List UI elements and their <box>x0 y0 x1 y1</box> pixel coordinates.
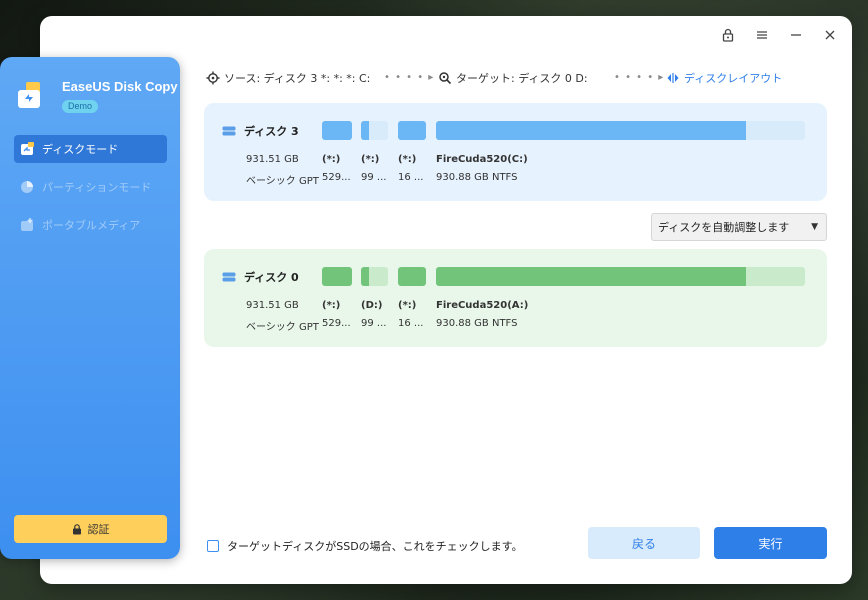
partition-label: FireCuda520(A:) <box>436 300 529 311</box>
target-path-label: ターゲット: ディスク 0 D: <box>456 72 588 85</box>
partition-detail: 99 ... <box>361 172 387 183</box>
app-name: EaseUS Disk Copy <box>62 79 178 94</box>
sidebar-item-label: ポータブルメディア <box>42 219 141 232</box>
disk-icon <box>222 126 236 136</box>
source-path: ソース: ディスク 3 *: *: *: C: <box>206 68 370 88</box>
partition-label: (*:) <box>322 154 341 165</box>
target-disk-name: ディスク 0 <box>244 271 299 284</box>
search-target-icon <box>439 72 452 85</box>
disk-resize-value: ディスクを自動調整します <box>658 221 790 234</box>
partition-detail: 529... <box>322 172 351 183</box>
partition-bar-main[interactable] <box>436 121 805 140</box>
layout-arrows-icon <box>667 73 679 83</box>
close-icon[interactable] <box>822 28 838 44</box>
lock-icon <box>72 523 81 534</box>
ssd-checkbox[interactable] <box>207 540 219 552</box>
ssd-checkbox-label: ターゲットディスクがSSDの場合、これをチェックします。 <box>227 540 523 553</box>
title-bar-controls <box>720 28 838 44</box>
brand-text: EaseUS Disk Copy Demo <box>62 79 178 113</box>
disk-type: ベーシック GPT <box>246 322 319 333</box>
ssd-checkbox-row[interactable]: ターゲットディスクがSSDの場合、これをチェックします。 <box>207 538 523 554</box>
source-disk-name: ディスク 3 <box>244 125 299 138</box>
partition-bar[interactable] <box>322 267 352 286</box>
source-path-label: ソース: ディスク 3 *: *: *: C: <box>224 72 371 85</box>
disk-mode-icon <box>21 142 34 155</box>
partition-label: (*:) <box>322 300 341 311</box>
sidebar-item-label: ディスクモード <box>42 143 119 156</box>
disk-layout-label: ディスクレイアウト <box>684 72 783 85</box>
partition-bar[interactable] <box>398 121 426 140</box>
auth-button-label: 認証 <box>87 523 110 536</box>
minimize-icon[interactable] <box>788 28 804 44</box>
sidebar-item-partition-mode[interactable]: パーティションモード <box>14 173 167 201</box>
partition-bar[interactable] <box>398 267 426 286</box>
partition-bar[interactable] <box>361 121 388 140</box>
portable-media-icon <box>21 218 33 231</box>
lock-icon[interactable] <box>720 28 736 44</box>
partition-detail: 930.88 GB NTFS <box>436 172 518 183</box>
partition-label: FireCuda520(C:) <box>436 154 528 165</box>
back-button[interactable]: 戻る <box>588 527 700 559</box>
partition-detail: 16 ... <box>398 172 424 183</box>
partition-bar-main[interactable] <box>436 267 805 286</box>
caret-down-icon: ▼ <box>811 222 818 232</box>
auth-button[interactable]: 認証 <box>14 515 167 543</box>
partition-label: (*:) <box>361 154 380 165</box>
path-arrow-dots-2: • • • • ▸ <box>614 72 665 83</box>
target-disk-header: ディスク 0 <box>222 269 299 285</box>
partition-mode-icon <box>21 181 33 193</box>
partition-detail: 529... <box>322 318 351 329</box>
sidebar-item-portable-media[interactable]: ポータブルメディア <box>14 211 167 239</box>
demo-badge: Demo <box>62 100 99 113</box>
sidebar-item-disk-mode[interactable]: ディスクモード <box>14 135 167 163</box>
partition-bar[interactable] <box>322 121 352 140</box>
disk-size: 931.51 GB <box>246 300 299 311</box>
target-disk-card[interactable]: ディスク 0 931.51 GB ベーシック GPT (*:) 529... (… <box>204 249 827 347</box>
crosshair-icon <box>206 71 220 85</box>
path-arrow-dots: • • • • ▸ <box>384 72 435 83</box>
partition-bar[interactable] <box>361 267 388 286</box>
execute-button[interactable]: 実行 <box>714 527 827 559</box>
disk-layout-link[interactable]: ディスクレイアウト <box>666 68 782 88</box>
partition-detail: 16 ... <box>398 318 424 329</box>
partition-label: (D:) <box>361 300 383 311</box>
disk-icon <box>222 272 236 282</box>
clone-path-bar: ソース: ディスク 3 *: *: *: C: • • • • ▸ ターゲット:… <box>206 68 806 88</box>
disk-size: 931.51 GB <box>246 154 299 165</box>
app-logo-icon <box>16 82 46 110</box>
partition-label: (*:) <box>398 300 417 311</box>
menu-icon[interactable] <box>754 28 770 44</box>
partition-detail: 99 ... <box>361 318 387 329</box>
disk-type: ベーシック GPT <box>246 176 319 187</box>
brand: EaseUS Disk Copy Demo <box>16 79 178 113</box>
target-path: ターゲット: ディスク 0 D: <box>438 68 588 88</box>
partition-label: (*:) <box>398 154 417 165</box>
partition-detail: 930.88 GB NTFS <box>436 318 518 329</box>
disk-resize-dropdown[interactable]: ディスクを自動調整します ▼ <box>651 213 827 241</box>
sidebar-item-label: パーティションモード <box>42 181 152 194</box>
source-disk-card[interactable]: ディスク 3 931.51 GB ベーシック GPT (*:) 529... (… <box>204 103 827 201</box>
source-disk-header: ディスク 3 <box>222 123 299 139</box>
sidebar: EaseUS Disk Copy Demo ディスクモード パーティションモード… <box>0 57 180 559</box>
